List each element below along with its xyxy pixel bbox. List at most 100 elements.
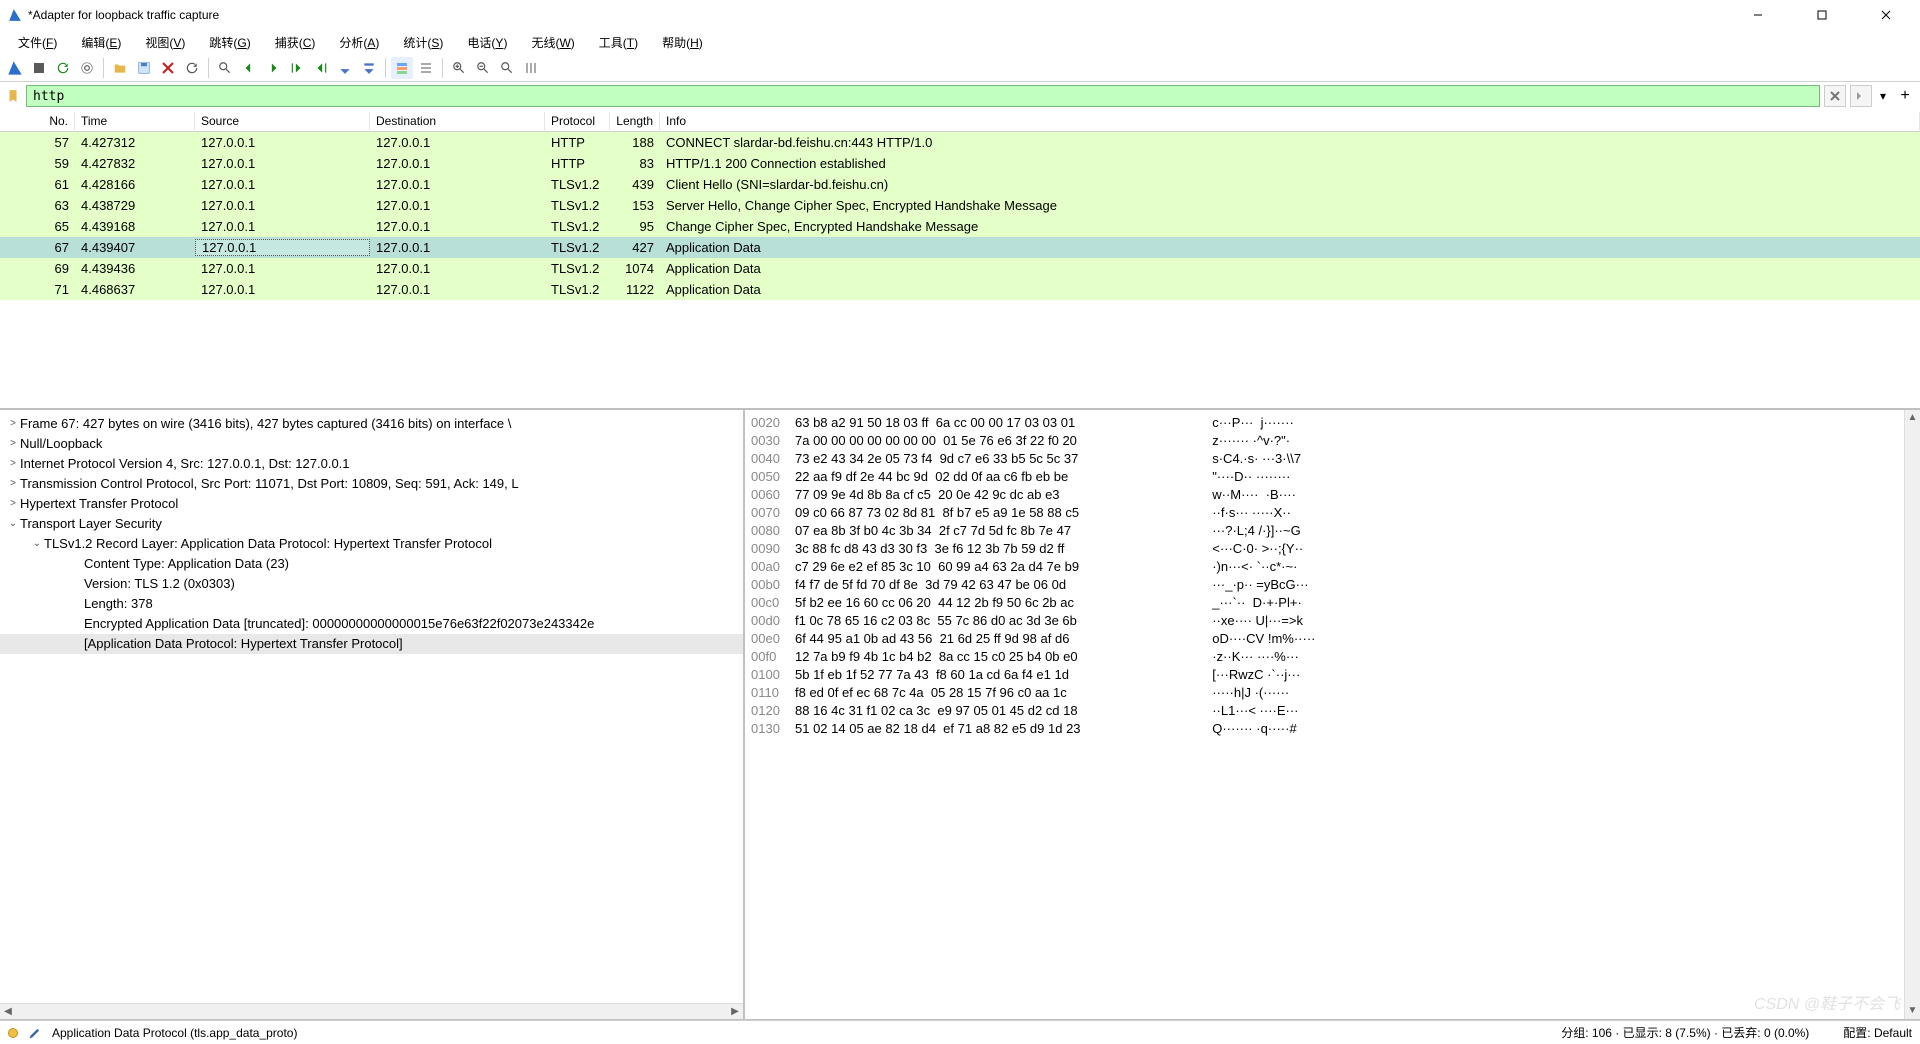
auto-scroll-button[interactable] — [358, 57, 380, 79]
apply-filter-button[interactable] — [1850, 85, 1872, 107]
hex-row[interactable]: 00d0f1 0c 78 65 16 c2 03 8c 55 7c 86 d0 … — [751, 612, 1914, 630]
go-last-button[interactable] — [334, 57, 356, 79]
status-profile[interactable]: 配置: Default — [1843, 1024, 1912, 1041]
hex-row[interactable]: 004073 e2 43 34 2e 05 73 f4 9d c7 e6 33 … — [751, 450, 1914, 468]
hex-row[interactable]: 005022 aa f9 df 2e 44 bc 9d 02 dd 0f aa … — [751, 468, 1914, 486]
status-right: 分组: 106 · 已显示: 8 (7.5%) · 已丢弃: 0 (0.0%) — [1561, 1024, 1809, 1041]
find-packet-button[interactable] — [214, 57, 236, 79]
status-left: Application Data Protocol (tls.app_data_… — [52, 1026, 297, 1040]
hscrollbar[interactable]: ◀▶ — [0, 1003, 743, 1019]
go-to-packet-button[interactable] — [286, 57, 308, 79]
minimize-button[interactable] — [1736, 1, 1780, 29]
go-forward-button[interactable] — [262, 57, 284, 79]
capture-options-button[interactable] — [76, 57, 98, 79]
close-file-button[interactable] — [157, 57, 179, 79]
hex-row[interactable]: 00903c 88 fc d8 43 d3 30 f3 3e f6 12 3b … — [751, 540, 1914, 558]
clear-filter-button[interactable] — [1824, 85, 1846, 107]
tree-row[interactable]: >Null/Loopback — [0, 434, 743, 454]
menu-item-0[interactable]: 文件(F) — [10, 32, 65, 53]
colorize-button[interactable] — [391, 57, 413, 79]
zoom-out-button[interactable] — [472, 57, 494, 79]
tree-row[interactable]: ⌄TLSv1.2 Record Layer: Application Data … — [0, 534, 743, 554]
packet-row[interactable]: 694.439436127.0.0.1127.0.0.1TLSv1.21074A… — [0, 258, 1920, 279]
packet-list-header: No. Time Source Destination Protocol Len… — [0, 110, 1920, 132]
packet-bytes-pane[interactable]: 002063 b8 a2 91 50 18 03 ff 6a cc 00 00 … — [745, 410, 1920, 1019]
menu-item-1[interactable]: 编辑(E) — [73, 32, 129, 53]
resize-columns-button[interactable] — [415, 57, 437, 79]
menu-item-5[interactable]: 分析(A) — [331, 32, 387, 53]
go-first-button[interactable] — [310, 57, 332, 79]
hex-row[interactable]: 012088 16 4c 31 f1 02 ca 3c e9 97 05 01 … — [751, 702, 1914, 720]
tree-row[interactable]: Content Type: Application Data (23) — [0, 554, 743, 574]
hex-row[interactable]: 01005b 1f eb 1f 52 77 7a 43 f8 60 1a cd … — [751, 666, 1914, 684]
hex-row[interactable]: 007009 c0 66 87 73 02 8d 81 8f b7 e5 a9 … — [751, 504, 1914, 522]
menu-item-7[interactable]: 电话(Y) — [459, 32, 515, 53]
fin-icon[interactable] — [4, 57, 26, 79]
tree-row[interactable]: [Application Data Protocol: Hypertext Tr… — [0, 634, 743, 654]
go-back-button[interactable] — [238, 57, 260, 79]
menu-item-9[interactable]: 工具(T) — [591, 32, 646, 53]
add-filter-button[interactable]: + — [1894, 85, 1916, 107]
menu-item-4[interactable]: 捕获(C) — [267, 32, 324, 53]
maximize-button[interactable] — [1800, 1, 1844, 29]
zoom-in-button[interactable] — [448, 57, 470, 79]
save-file-button[interactable] — [133, 57, 155, 79]
vscrollbar[interactable]: ▲▼ — [1904, 410, 1920, 1019]
tree-row[interactable]: >Transmission Control Protocol, Src Port… — [0, 474, 743, 494]
packet-row[interactable]: 614.428166127.0.0.1127.0.0.1TLSv1.2439Cl… — [0, 174, 1920, 195]
menu-item-10[interactable]: 帮助(H) — [654, 32, 711, 53]
hex-row[interactable]: 013051 02 14 05 ae 82 18 d4 ef 71 a8 82 … — [751, 720, 1914, 738]
packet-list-pane: No. Time Source Destination Protocol Len… — [0, 110, 1920, 410]
col-no[interactable]: No. — [0, 112, 75, 130]
display-filter-input[interactable] — [26, 85, 1820, 107]
menu-item-3[interactable]: 跳转(G) — [201, 32, 258, 53]
status-bar: Application Data Protocol (tls.app_data_… — [0, 1020, 1920, 1044]
menu-item-8[interactable]: 无线(W) — [523, 32, 582, 53]
tree-row[interactable]: Length: 378 — [0, 594, 743, 614]
col-time[interactable]: Time — [75, 112, 195, 130]
hex-row[interactable]: 00a0c7 29 6e e2 ef 85 3c 10 60 99 a4 63 … — [751, 558, 1914, 576]
hex-row[interactable]: 008007 ea 8b 3f b0 4c 3b 34 2f c7 7d 5d … — [751, 522, 1914, 540]
tree-row[interactable]: >Internet Protocol Version 4, Src: 127.0… — [0, 454, 743, 474]
open-file-button[interactable] — [109, 57, 131, 79]
packet-row[interactable]: 574.427312127.0.0.1127.0.0.1HTTP188CONNE… — [0, 132, 1920, 153]
hex-row[interactable]: 0110f8 ed 0f ef ec 68 7c 4a 05 28 15 7f … — [751, 684, 1914, 702]
titlebar: *Adapter for loopback traffic capture — [0, 0, 1920, 30]
packet-row[interactable]: 654.439168127.0.0.1127.0.0.1TLSv1.295Cha… — [0, 216, 1920, 237]
reload-button[interactable] — [181, 57, 203, 79]
col-src[interactable]: Source — [195, 112, 370, 130]
zoom-reset-button[interactable] — [496, 57, 518, 79]
packet-row[interactable]: 674.439407127.0.0.1127.0.0.1TLSv1.2427Ap… — [0, 237, 1920, 258]
close-button[interactable] — [1864, 1, 1908, 29]
tree-row[interactable]: >Hypertext Transfer Protocol — [0, 494, 743, 514]
packet-details-pane[interactable]: >Frame 67: 427 bytes on wire (3416 bits)… — [0, 410, 745, 1019]
stop-capture-button[interactable] — [28, 57, 50, 79]
tree-row[interactable]: >Frame 67: 427 bytes on wire (3416 bits)… — [0, 414, 743, 434]
resize-all-button[interactable] — [520, 57, 542, 79]
restart-capture-button[interactable] — [52, 57, 74, 79]
expert-info-icon[interactable] — [8, 1028, 18, 1038]
hex-row[interactable]: 00f012 7a b9 f9 4b 1c b4 b2 8a cc 15 c0 … — [751, 648, 1914, 666]
hex-row[interactable]: 006077 09 9e 4d 8b 8a cf c5 20 0e 42 9c … — [751, 486, 1914, 504]
hex-row[interactable]: 00c05f b2 ee 16 60 cc 06 20 44 12 2b f9 … — [751, 594, 1914, 612]
packet-row[interactable]: 714.468637127.0.0.1127.0.0.1TLSv1.21122A… — [0, 279, 1920, 300]
col-info[interactable]: Info — [660, 112, 1920, 130]
bookmark-icon[interactable] — [4, 87, 22, 105]
hex-row[interactable]: 00307a 00 00 00 00 00 00 00 01 5e 76 e6 … — [751, 432, 1914, 450]
menu-item-6[interactable]: 统计(S) — [395, 32, 451, 53]
hex-row[interactable]: 002063 b8 a2 91 50 18 03 ff 6a cc 00 00 … — [751, 414, 1914, 432]
tree-row[interactable]: Encrypted Application Data [truncated]: … — [0, 614, 743, 634]
col-proto[interactable]: Protocol — [545, 112, 610, 130]
tree-row[interactable]: Version: TLS 1.2 (0x0303) — [0, 574, 743, 594]
col-len[interactable]: Length — [610, 112, 660, 130]
tree-row[interactable]: ⌄Transport Layer Security — [0, 514, 743, 534]
packet-row[interactable]: 594.427832127.0.0.1127.0.0.1HTTP83HTTP/1… — [0, 153, 1920, 174]
edit-icon[interactable] — [28, 1026, 42, 1040]
hex-row[interactable]: 00b0f4 f7 de 5f fd 70 df 8e 3d 79 42 63 … — [751, 576, 1914, 594]
menu-item-2[interactable]: 视图(V) — [137, 32, 193, 53]
col-dst[interactable]: Destination — [370, 112, 545, 130]
menubar: 文件(F) 编辑(E) 视图(V) 跳转(G) 捕获(C) 分析(A) 统计(S) 电话(Y)… — [0, 30, 1920, 54]
hex-row[interactable]: 00e06f 44 95 a1 0b ad 43 56 21 6d 25 ff … — [751, 630, 1914, 648]
packet-row[interactable]: 634.438729127.0.0.1127.0.0.1TLSv1.2153Se… — [0, 195, 1920, 216]
filter-history-button[interactable]: ▾ — [1876, 85, 1890, 107]
